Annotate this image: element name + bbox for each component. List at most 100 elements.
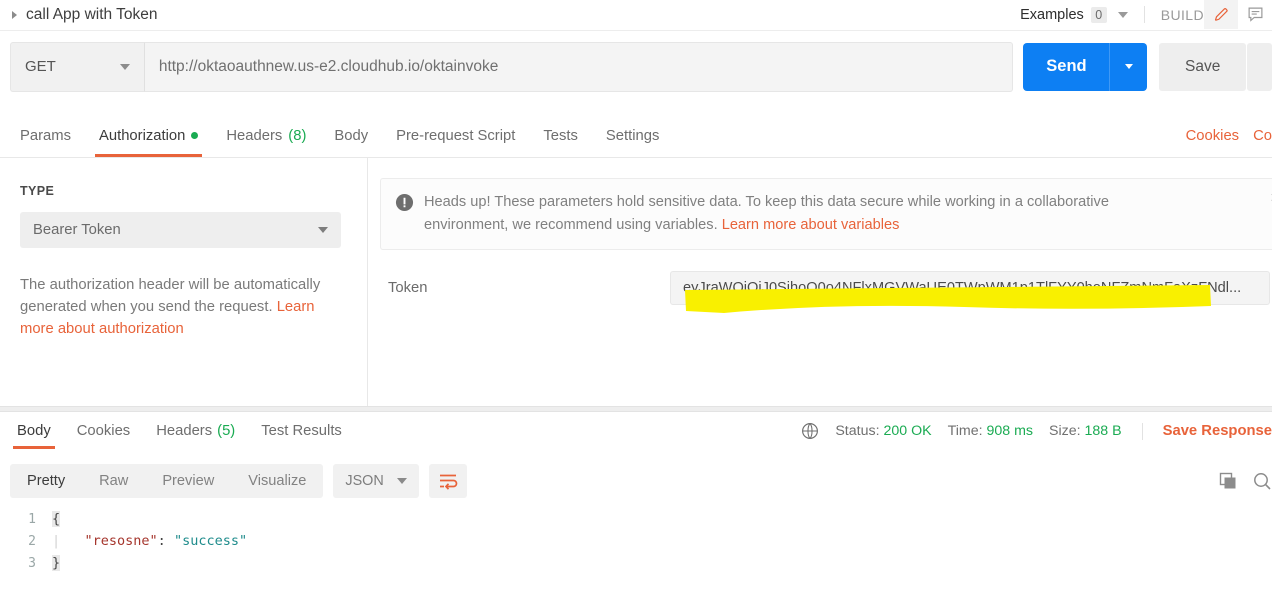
type-label: TYPE [20,184,55,198]
chevron-down-icon [1124,64,1133,69]
line-number: 3 [28,555,36,571]
response-view-modes: Pretty Raw Preview Visualize [10,464,324,498]
comments-button[interactable] [1238,0,1272,29]
size-label: Size: [1049,423,1081,439]
warning-exclamation-icon [395,193,414,212]
tab-label: Test Results [261,423,342,439]
authorization-description-text: The authorization header will be automat… [20,277,321,315]
tab-label: Params [20,127,71,144]
send-options-button[interactable] [1109,42,1148,91]
divider [1143,6,1145,23]
request-tabs: Params Authorization Headers (8) Body Pr… [0,114,1272,158]
token-input[interactable]: eyJraWQiOiJ0SjhoQ0o4NFlxMGVWaUE0TWpWM1p1… [670,271,1270,305]
status-label: Status: [835,423,880,439]
tab-body[interactable]: Body [320,114,382,157]
tab-authorization[interactable]: Authorization [85,114,212,157]
request-name-group[interactable]: call App with Token [0,6,158,24]
tab-label: Pre-request Script [396,127,516,144]
tab-label: Tests [543,127,578,144]
view-mode-preview[interactable]: Preview [145,464,231,498]
response-meta: Status: 200 OK Time: 908 ms Size: 188 B … [801,413,1272,449]
authorization-fields-column: Heads up! These parameters hold sensitiv… [368,158,1272,408]
tab-pre-request-script[interactable]: Pre-request Script [382,114,529,157]
chevron-down-icon[interactable] [1117,11,1128,18]
response-tab-body[interactable]: Body [4,413,64,449]
view-mode-raw[interactable]: Raw [82,464,145,498]
line-number: 2 [28,533,36,549]
build-button[interactable]: BUILD [1161,7,1204,23]
response-tab-headers[interactable]: Headers (5) [143,413,248,449]
word-wrap-icon [440,474,458,490]
tab-settings[interactable]: Settings [592,114,673,157]
response-format-select[interactable]: JSON [333,464,420,498]
cookies-link[interactable]: Cookies [1186,128,1239,144]
json-open-brace: { [52,511,61,527]
time-label: Time: [947,423,983,439]
send-button-group: Send [1023,42,1148,91]
examples-dropdown[interactable]: Examples 0 [1020,6,1128,23]
tab-label: Headers [156,423,213,439]
headers-count: (8) [288,127,307,144]
code-link[interactable]: Co [1253,128,1272,144]
copy-response-button[interactable] [1218,471,1238,491]
http-method-select[interactable]: GET [10,41,144,92]
token-row: Token eyJraWQiOiJ0SjhoQ0o4NFlxMGVWaUE0TW… [380,268,1272,308]
response-body-code[interactable]: 1 { 2 | "resosne" : "success" 3 } [0,508,1272,594]
examples-count-badge: 0 [1090,6,1107,23]
response-tab-cookies[interactable]: Cookies [64,413,143,449]
code-line: 3 } [0,552,1272,574]
tab-label: Settings [605,127,660,144]
tab-label: Authorization [98,127,186,144]
status-value: 200 OK [883,423,932,439]
response-toolbar-actions [1218,471,1272,491]
request-name-actions: Examples 0 BUILD [1020,0,1272,29]
tab-label: Headers [226,127,283,144]
response-format-value: JSON [345,473,384,489]
tab-tests[interactable]: Tests [529,114,592,157]
view-mode-visualize[interactable]: Visualize [231,464,323,498]
word-wrap-button[interactable] [429,464,468,498]
url-input[interactable]: http://oktaoauthnew.us-e2.cloudhub.io/ok… [143,41,1014,92]
time-badge: Time: 908 ms [948,423,1033,439]
url-bar: GET http://oktaoauthnew.us-e2.cloudhub.i… [0,30,1272,102]
response-tabs: Body Cookies Headers (5) Test Results St… [0,412,1272,449]
request-name-bar: call App with Token Examples 0 BUILD [0,0,1272,29]
edit-request-button[interactable] [1204,0,1238,29]
tab-label: Cookies [76,423,131,439]
page-title: call App with Token [26,5,158,23]
globe-icon[interactable] [801,422,819,440]
postman-window: call App with Token Examples 0 BUILD GET… [0,0,1272,594]
comment-icon [1248,7,1262,22]
triangle-right-icon[interactable] [12,10,17,19]
response-view-toolbar: Pretty Raw Preview Visualize JSON [0,460,1272,502]
chevron-down-icon[interactable] [397,478,408,484]
response-headers-count: (5) [217,423,236,439]
save-button[interactable]: Save [1159,42,1246,91]
save-options-button[interactable] [1247,42,1272,91]
response-tab-test-results[interactable]: Test Results [248,413,355,449]
auth-type-value: Bearer Token [33,222,121,238]
line-number: 1 [28,511,36,527]
view-mode-pretty[interactable]: Pretty [10,464,82,498]
authorization-type-column: TYPE Bearer Token The authorization head… [0,158,368,408]
http-method-value: GET [25,58,56,75]
json-value: "success" [173,533,248,549]
auth-type-select[interactable]: Bearer Token [20,212,341,248]
status-badge: Status: 200 OK [835,423,931,439]
request-tabs-right-links: Cookies Co [1186,114,1272,157]
search-response-button[interactable] [1252,471,1272,491]
pencil-icon [1214,8,1228,21]
tab-headers[interactable]: Headers (8) [212,114,320,157]
chevron-down-icon[interactable] [318,227,328,233]
search-icon [1254,473,1271,490]
status-dot-icon [191,132,199,139]
tab-params[interactable]: Params [6,114,85,157]
indent-guide: | [52,533,85,549]
banner-text: Heads up! These parameters hold sensitiv… [424,191,1184,237]
send-button[interactable]: Send [1023,42,1110,91]
chevron-down-icon[interactable] [119,63,130,70]
copy-icon [1219,472,1236,489]
examples-label: Examples [1020,6,1084,23]
learn-more-variables-link[interactable]: Learn more about variables [722,217,900,233]
save-response-button[interactable]: Save Response [1163,423,1272,439]
